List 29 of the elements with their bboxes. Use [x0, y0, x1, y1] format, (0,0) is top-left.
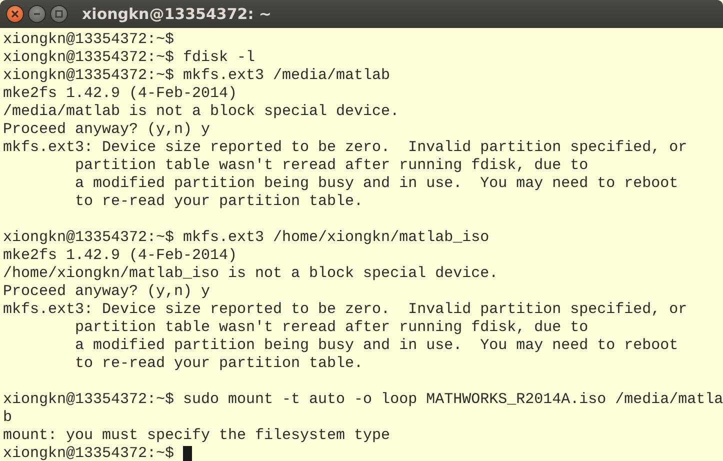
terminal-line: xiongkn@13354372:~$ fdisk -l: [3, 49, 256, 67]
terminal-line: /media/matlab is not a block special device.: [3, 103, 400, 121]
minimize-icon: [33, 10, 41, 18]
terminal-line: to re-read your partition table.: [74, 193, 364, 211]
terminal-line: Proceed anyway? (y,n) y: [3, 283, 210, 301]
close-button[interactable]: [6, 5, 24, 23]
terminal-line: mke2fs 1.42.9 (4-Feb-2014): [3, 85, 238, 103]
window-title: xiongkn@13354372: ~: [82, 5, 272, 23]
terminal-line: mke2fs 1.42.9 (4-Feb-2014): [3, 247, 238, 265]
terminal-line: xiongkn@13354372:~$ sudo mount -t auto -o loop MATHWORKS_R2014A.iso /media/matla: [3, 391, 723, 409]
close-icon: [11, 10, 19, 18]
terminal-line: xiongkn@13354372:~$: [3, 31, 174, 49]
terminal-line: a modified partition being busy and in use. You may need to reboot: [74, 337, 678, 355]
terminal-line: xiongkn@13354372:~$: [3, 445, 176, 461]
terminal-line: b: [3, 409, 12, 427]
terminal-line: /home/xiongkn/matlab_iso is not a block special device.: [3, 265, 498, 283]
terminal-line: mount: you must specify the filesystem type: [3, 427, 390, 445]
terminal-line: mkfs.ext3: Device size reported to be zero. Invalid partition specified, or: [3, 139, 688, 157]
terminal-line: xiongkn@13354372:~$ mkfs.ext3 /media/matlab: [3, 67, 390, 85]
maximize-button[interactable]: [50, 5, 68, 23]
maximize-icon: [55, 10, 63, 18]
terminal-line: Proceed anyway? (y,n) y: [3, 121, 210, 139]
terminal-line: partition table wasn't reread after running fdisk, due to: [74, 319, 588, 337]
terminal-line: to re-read your partition table.: [74, 355, 364, 373]
terminal-line: a modified partition being busy and in use. You may need to reboot: [74, 175, 678, 193]
minimize-button[interactable]: [28, 5, 46, 23]
terminal-line: partition table wasn't reread after running fdisk, due to: [74, 157, 588, 175]
terminal-line: mkfs.ext3: Device size reported to be zero. Invalid partition specified, or: [3, 301, 688, 319]
terminal-line: xiongkn@13354372:~$ mkfs.ext3 /home/xiongkn/matlab_iso: [3, 229, 490, 247]
